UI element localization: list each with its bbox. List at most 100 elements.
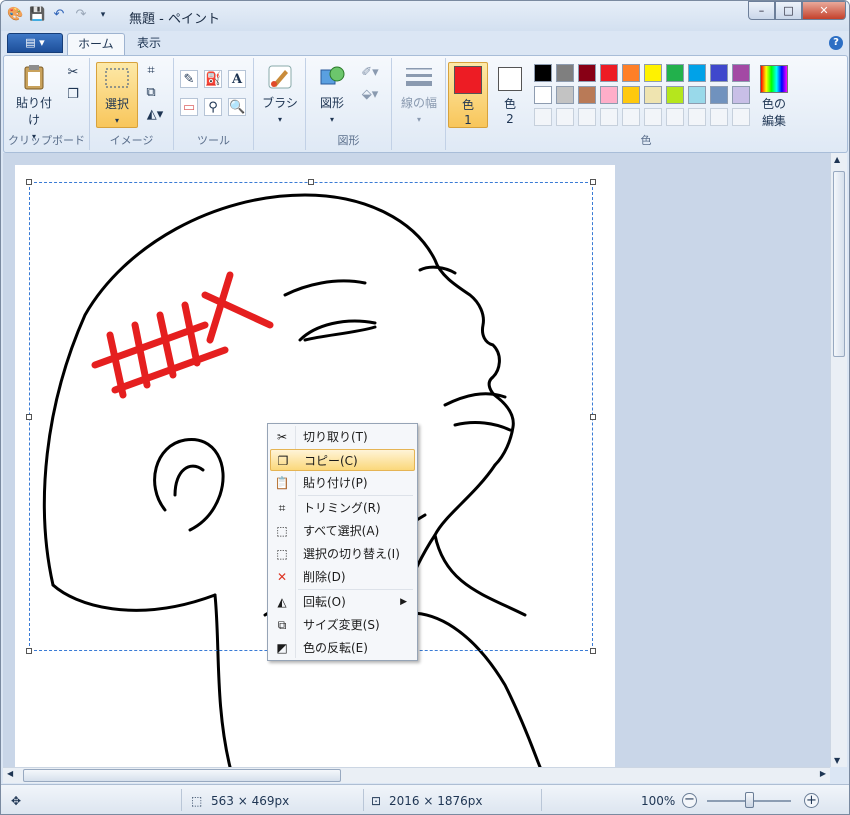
close-button[interactable]: ✕	[802, 1, 846, 20]
palette-swatch[interactable]	[578, 108, 596, 126]
palette-swatch[interactable]	[534, 108, 552, 126]
delete-icon: ✕	[276, 570, 288, 584]
menu-item-crop[interactable]: ⌗ トリミング(R)	[270, 497, 415, 519]
zoom-in-icon[interactable]: +	[804, 793, 819, 808]
help-icon[interactable]: ?	[829, 36, 843, 50]
copy-icon[interactable]: ❐	[64, 86, 82, 104]
selection-handle-br[interactable]	[590, 648, 596, 654]
color2-button[interactable]: 色 2	[492, 62, 528, 128]
minimize-button[interactable]: –	[748, 1, 775, 20]
palette-swatch[interactable]	[578, 64, 596, 82]
tab-home[interactable]: ホーム	[67, 33, 125, 55]
status-separator	[541, 789, 542, 811]
qat-dropdown-icon[interactable]: ▾	[95, 7, 111, 23]
cut-icon[interactable]: ✂	[64, 64, 82, 82]
vertical-scrollbar[interactable]: ▲ ▼	[830, 153, 847, 767]
zoom-slider-thumb[interactable]	[745, 792, 754, 808]
menu-item-label: 選択の切り替え(I)	[303, 547, 400, 561]
palette-swatch[interactable]	[556, 86, 574, 104]
crop-icon[interactable]: ⌗	[142, 62, 160, 80]
paint-app-icon[interactable]: 🎨	[7, 7, 23, 23]
menu-item-rotate[interactable]: ◭ 回転(O) ▶	[270, 591, 415, 613]
rotate-icon[interactable]: ◭▾	[142, 106, 168, 124]
selection-handle-tl[interactable]	[26, 179, 32, 185]
scroll-right-icon[interactable]: ▶	[820, 769, 826, 778]
palette-swatch[interactable]	[556, 108, 574, 126]
outline-icon[interactable]: ✐▾	[356, 64, 384, 82]
palette-swatch[interactable]	[622, 86, 640, 104]
menu-item-copy[interactable]: ❐ コピー(C)	[270, 449, 415, 471]
scroll-down-icon[interactable]: ▼	[834, 756, 840, 765]
palette-swatch[interactable]	[578, 86, 596, 104]
fill-icon[interactable]: ⛽	[204, 70, 222, 88]
fill-shape-icon[interactable]: ⬙▾	[356, 86, 384, 104]
palette-swatch[interactable]	[666, 86, 684, 104]
palette-swatch[interactable]	[644, 64, 662, 82]
menu-item-invert-color[interactable]: ◩ 色の反転(E)	[270, 637, 415, 659]
palette-swatch[interactable]	[710, 86, 728, 104]
palette-swatch[interactable]	[644, 108, 662, 126]
eraser-icon[interactable]: ▭	[180, 98, 198, 116]
menu-item-invert-selection[interactable]: ⬚ 選択の切り替え(I)	[270, 543, 415, 565]
file-menu-button[interactable]: ▤ ▾	[7, 33, 63, 53]
menu-item-cut[interactable]: ✂ 切り取り(T)	[270, 426, 415, 448]
palette-swatch[interactable]	[644, 86, 662, 104]
shapes-button[interactable]: 図形 ▾	[312, 62, 352, 125]
palette-swatch[interactable]	[732, 108, 750, 126]
scroll-up-icon[interactable]: ▲	[834, 155, 840, 164]
menu-item-delete[interactable]: ✕ 削除(D)	[270, 566, 415, 588]
palette-swatch[interactable]	[688, 86, 706, 104]
color-picker-icon[interactable]: ⚲	[204, 98, 222, 116]
palette-swatch[interactable]	[732, 64, 750, 82]
palette-swatch[interactable]	[732, 86, 750, 104]
paste-button[interactable]: 貼り付け ▾	[12, 62, 56, 142]
palette-swatch[interactable]	[688, 108, 706, 126]
selection-handle-ml[interactable]	[26, 414, 32, 420]
palette-swatch[interactable]	[622, 64, 640, 82]
selection-handle-tr[interactable]	[590, 179, 596, 185]
zoom-out-icon[interactable]: −	[682, 793, 697, 808]
crop-icon: ⌗	[278, 501, 286, 515]
edit-colors-button[interactable]: 色の 編集	[754, 62, 794, 129]
undo-icon[interactable]: ↶	[51, 7, 67, 23]
menu-item-select-all[interactable]: ⬚ すべて選択(A)	[270, 520, 415, 542]
text-icon[interactable]: A	[228, 70, 246, 88]
selection-handle-tm[interactable]	[308, 179, 314, 185]
copy-icon: ❐	[277, 454, 289, 468]
magnifier-icon[interactable]: 🔍	[228, 98, 246, 116]
palette-swatch[interactable]	[600, 108, 618, 126]
maximize-button[interactable]: □	[775, 1, 802, 20]
clipboard-group: 貼り付け ▾ ✂ ❐ クリップボード	[4, 58, 90, 150]
palette-swatch[interactable]	[534, 64, 552, 82]
selection-handle-mr[interactable]	[590, 414, 596, 420]
palette-swatch[interactable]	[666, 64, 684, 82]
save-icon[interactable]: 💾	[29, 7, 45, 23]
palette-swatch[interactable]	[556, 64, 574, 82]
palette-swatch[interactable]	[534, 86, 552, 104]
palette-swatch[interactable]	[600, 64, 618, 82]
palette-swatch[interactable]	[600, 86, 618, 104]
menu-item-paste[interactable]: 📋 貼り付け(P)	[270, 472, 415, 494]
palette-swatch[interactable]	[622, 108, 640, 126]
menu-item-label: 回転(O)	[303, 595, 346, 609]
menu-item-label: 貼り付け(P)	[303, 476, 368, 490]
palette-swatch[interactable]	[688, 64, 706, 82]
color1-button[interactable]: 色 1	[448, 62, 488, 128]
horizontal-scrollbar[interactable]: ◀ ▶	[3, 767, 830, 783]
vertical-scroll-thumb[interactable]	[833, 171, 845, 357]
pencil-icon[interactable]: ✎	[180, 70, 198, 88]
palette-swatch[interactable]	[710, 64, 728, 82]
size-button[interactable]: 線の幅 ▾	[396, 62, 442, 125]
selection-handle-bl[interactable]	[26, 648, 32, 654]
palette-swatch[interactable]	[666, 108, 684, 126]
horizontal-scroll-thumb[interactable]	[23, 769, 341, 782]
tab-view[interactable]: 表示	[127, 33, 171, 55]
brushes-button[interactable]: ブラシ ▾	[258, 62, 302, 125]
redo-icon[interactable]: ↷	[73, 7, 89, 23]
palette-swatch[interactable]	[710, 108, 728, 126]
resize-icon[interactable]: ⧉	[142, 84, 160, 102]
menu-item-resize[interactable]: ⧉ サイズ変更(S)	[270, 614, 415, 636]
select-button[interactable]: 選択 ▾	[96, 62, 138, 128]
brushes-group: ブラシ ▾	[254, 58, 306, 150]
scroll-left-icon[interactable]: ◀	[7, 769, 13, 778]
